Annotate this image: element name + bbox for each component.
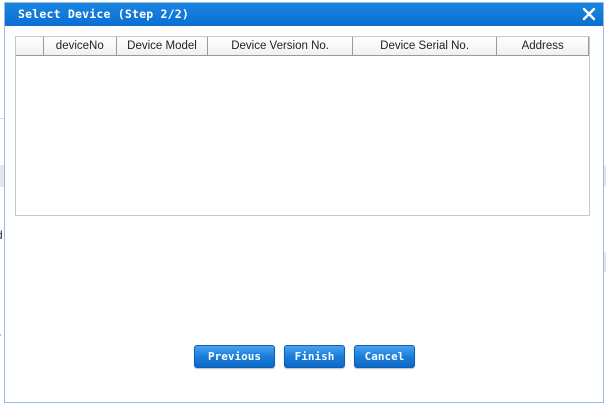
dialog-titlebar[interactable]: Select Device (Step 2/2)	[5, 3, 603, 26]
column-header-select[interactable]	[16, 37, 44, 55]
column-header-address[interactable]: Address	[497, 37, 590, 55]
column-header-device-no[interactable]: deviceNo	[44, 37, 117, 55]
device-table: deviceNo Device Model Device Version No.…	[15, 36, 590, 216]
dialog-title: Select Device (Step 2/2)	[18, 7, 189, 21]
column-header-device-version[interactable]: Device Version No.	[208, 37, 353, 55]
cancel-button[interactable]: Cancel	[354, 345, 415, 368]
close-icon[interactable]	[580, 5, 598, 23]
select-device-dialog: Select Device (Step 2/2) deviceNo Device…	[4, 2, 604, 403]
background-text: d	[0, 228, 3, 242]
column-header-device-model[interactable]: Device Model	[117, 37, 209, 55]
table-body[interactable]	[16, 56, 589, 215]
column-header-device-serial[interactable]: Device Serial No.	[353, 37, 498, 55]
finish-button[interactable]: Finish	[284, 345, 345, 368]
background-text: r	[0, 330, 1, 344]
previous-button[interactable]: Previous	[194, 345, 275, 368]
table-header: deviceNo Device Model Device Version No.…	[16, 37, 590, 56]
